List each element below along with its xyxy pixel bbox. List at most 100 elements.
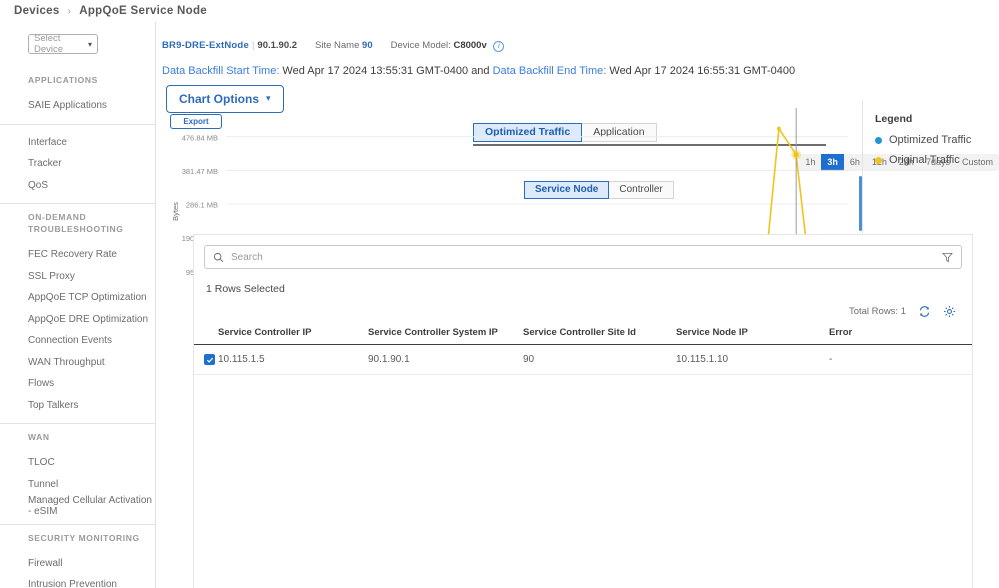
sidebar-item-firewall[interactable]: Firewall (0, 553, 155, 575)
info-icon[interactable]: i (493, 40, 505, 52)
main-content: BR9-DRE-ExtNode | 90.1.90.2 Site Name 90 D… (156, 22, 999, 588)
device-name: BR9-DRE-ExtNode (162, 40, 249, 52)
backfill-and: and (471, 64, 493, 77)
sidebar-item-tloc[interactable]: TLOC (0, 452, 155, 474)
backfill-start-value: Wed Apr 17 2024 13:55:31 GMT-0400 (279, 64, 472, 77)
refresh-icon[interactable] (918, 305, 931, 318)
sidebar-item-label: SSL Proxy (28, 270, 75, 282)
table-header-service-controller-ip[interactable]: Service Controller IP (218, 327, 368, 345)
sidebar-item-connection-events[interactable]: Connection Events (0, 330, 155, 352)
legend-entry-original-traffic[interactable]: Original Traffic (875, 154, 999, 166)
sidebar-item-label: Intrusion Prevention (28, 579, 117, 588)
sidebar-item-tunnel[interactable]: Tunnel (0, 474, 155, 496)
sidebar-item-managed-cellular-activation-esim[interactable]: Managed Cellular Activation - eSIM (0, 495, 155, 517)
search-bar[interactable]: Search (204, 245, 962, 269)
row-checkbox-cell (194, 344, 218, 375)
table-row[interactable]: 10.115.1.5 90.1.90.1 90 10.115.1.10 - (194, 344, 972, 375)
backfill-start-label: Data Backfill Start Time: (162, 64, 280, 77)
svg-text:Bytes: Bytes (171, 202, 180, 221)
sidebar-item-interface[interactable]: Interface (0, 132, 155, 154)
breadcrumb-separator-icon: › (67, 5, 72, 17)
breadcrumb: Devices › AppQoE Service Node (0, 0, 999, 22)
sidebar-item-label: SAIE Applications (28, 100, 107, 112)
sidebar-item-label: QoS (28, 179, 49, 191)
backfill-end-label: Data Backfill End Time: (492, 64, 607, 77)
legend-dot-icon (875, 156, 882, 164)
breadcrumb-root[interactable]: Devices (14, 5, 60, 17)
sidebar-item-label: AppQoE TCP Optimization (28, 292, 147, 304)
service-node-table-card: Search 1 Rows Selected Total Rows: 1 Ser… (193, 234, 973, 588)
cell-service-controller-site-id: 90 (523, 344, 676, 375)
sidebar-item-ssl-proxy[interactable]: SSL Proxy (0, 266, 155, 288)
sidebar-divider-2 (0, 203, 155, 204)
sidebar-group-wan: WAN (28, 432, 50, 442)
svg-text:381.47 MB: 381.47 MB (182, 167, 218, 176)
sidebar-item-qos[interactable]: QoS (0, 175, 155, 197)
rows-selected-label: 1 Rows Selected (206, 283, 285, 295)
table-header-error[interactable]: Error (829, 327, 972, 345)
chart-panel: Export 0 B95.37 MB190.73 MB286.1 MB381.4… (156, 100, 971, 394)
svg-text:286.1 MB: 286.1 MB (186, 201, 218, 210)
device-ip: 90.1.90.2 (257, 40, 298, 52)
table-header-row: Service Controller IP Service Controller… (194, 327, 972, 345)
sidebar-group-security-monitoring: SECURITY MONITORING (28, 532, 140, 543)
sidebar-item-label: Managed Cellular Activation - eSIM (28, 494, 152, 517)
sidebar-item-label: Interface (28, 136, 67, 148)
sidebar-item-label: Flows (28, 378, 55, 390)
sidebar-item-appqoe-dre-optimization[interactable]: AppQoE DRE Optimization (0, 309, 155, 331)
sidebar-item-label: Firewall (28, 557, 63, 569)
device-info-bar: BR9-DRE-ExtNode | 90.1.90.2 Site Name 90 D… (156, 22, 999, 52)
sidebar-group-applications: APPLICATIONS (28, 75, 98, 85)
breadcrumb-current: AppQoE Service Node (79, 5, 207, 17)
table-meta-bar: Total Rows: 1 (194, 305, 956, 318)
device-separator: | (251, 40, 255, 52)
site-name-field: Site Name 90 (315, 40, 373, 51)
sidebar-item-tracker[interactable]: Tracker (0, 153, 155, 175)
sidebar-item-flows[interactable]: Flows (0, 373, 155, 395)
filter-icon[interactable] (942, 252, 953, 263)
legend-title: Legend (875, 113, 913, 125)
sidebar-divider-4 (0, 523, 155, 525)
search-icon (213, 252, 224, 262)
sidebar-item-intrusion-prevention[interactable]: Intrusion Prevention (0, 574, 155, 588)
sidebar-item-label: Top Talkers (28, 399, 79, 411)
legend-label: Optimized Traffic (889, 134, 972, 146)
data-backfill-text: Data Backfill Start Time: Wed Apr 17 202… (156, 52, 999, 77)
legend-label: Original Traffic (889, 154, 960, 166)
chevron-down-icon: ▾ (87, 39, 92, 49)
total-rows-label: Total Rows: 1 (848, 306, 906, 317)
select-device-dropdown[interactable]: Select Device ▾ (28, 33, 98, 55)
sidebar: Select Device ▾ APPLICATIONS SAIE Applic… (0, 22, 156, 588)
table-header-service-node-ip[interactable]: Service Node IP (676, 327, 829, 345)
cell-service-node-ip: 10.115.1.10 (676, 344, 829, 375)
site-name-value: 90 (362, 40, 373, 52)
sidebar-item-label: FEC Recovery Rate (28, 249, 117, 261)
table-header-service-controller-system-ip[interactable]: Service Controller System IP (368, 327, 523, 345)
select-device-label: Select Device (34, 33, 64, 55)
table-header-service-controller-site-id[interactable]: Service Controller Site Id (523, 327, 676, 345)
sidebar-item-label: TLOC (28, 457, 55, 469)
sidebar-divider-1 (0, 123, 155, 125)
sidebar-item-label: Connection Events (28, 335, 112, 347)
sidebar-group-on-demand-troubleshooting: ON-DEMAND TROUBLESHOOTING (28, 212, 124, 234)
svg-text:476.84 MB: 476.84 MB (182, 133, 218, 142)
site-name-label: Site Name (315, 40, 360, 52)
row-checkbox[interactable] (204, 354, 215, 365)
sidebar-item-fec-recovery-rate[interactable]: FEC Recovery Rate (0, 244, 155, 266)
device-model-value: C8000v (453, 40, 487, 51)
sidebar-item-top-talkers[interactable]: Top Talkers (0, 395, 155, 417)
legend-dot-icon (875, 136, 882, 144)
legend-entry-optimized-traffic[interactable]: Optimized Traffic (875, 134, 999, 146)
device-model-label: Device Model: (390, 40, 451, 51)
sidebar-item-saie-applications[interactable]: SAIE Applications (0, 95, 155, 117)
search-input[interactable]: Search (231, 252, 935, 263)
cell-service-controller-system-ip: 90.1.90.1 (368, 344, 523, 375)
cell-error: - (829, 344, 972, 375)
sidebar-item-appqoe-tcp-optimization[interactable]: AppQoE TCP Optimization (0, 287, 155, 309)
gear-icon[interactable] (943, 305, 956, 318)
sidebar-item-wan-throughput[interactable]: WAN Throughput (0, 352, 155, 374)
cell-service-controller-ip: 10.115.1.5 (218, 344, 368, 375)
device-identity: BR9-DRE-ExtNode | 90.1.90.2 (162, 40, 297, 51)
service-node-table: Service Controller IP Service Controller… (194, 327, 972, 375)
vertical-scrollbar[interactable] (859, 176, 862, 231)
